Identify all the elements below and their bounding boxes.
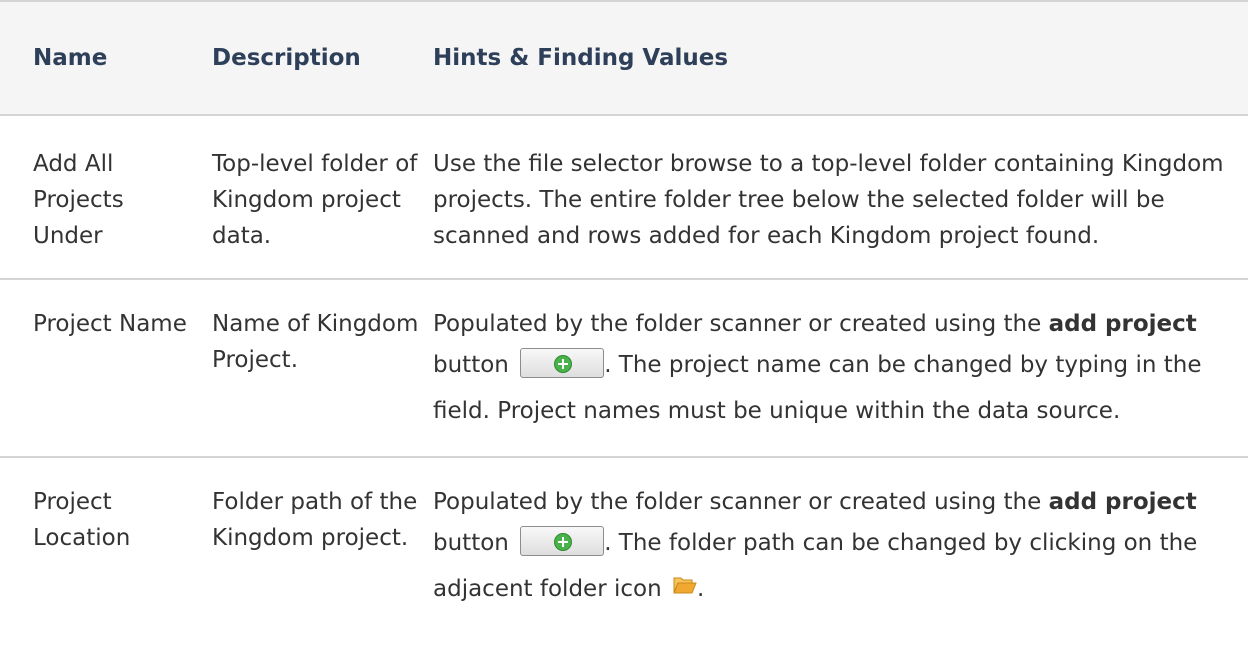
hints-text: button [433, 530, 517, 556]
table-header-row: Name Description Hints & Finding Values [0, 1, 1248, 115]
row-hints: Use the file selector browse to a top-le… [433, 151, 1224, 249]
header-description: Description [212, 45, 361, 71]
folder-open-icon[interactable] [673, 570, 697, 606]
add-project-button[interactable] [520, 347, 605, 378]
plus-circle-icon [554, 354, 573, 373]
plus-circle-icon [554, 532, 573, 551]
add-project-term: add project [1048, 311, 1197, 337]
add-project-button[interactable] [520, 525, 605, 556]
hints-text: Populated by the folder scanner or creat… [433, 489, 1049, 515]
row-description: Top-level folder of Kingdom project data… [212, 151, 418, 249]
row-name: Project Location [33, 489, 131, 551]
row-hints: Populated by the folder scanner or creat… [426, 279, 1248, 457]
hints-text: . [696, 576, 705, 602]
row-description: Folder path of the Kingdom project. [212, 489, 418, 551]
header-hints: Hints & Finding Values [433, 45, 729, 71]
row-name: Add All Projects Under [33, 151, 124, 249]
hints-text: Populated by the folder scanner or creat… [433, 311, 1049, 337]
table-row: Project Name Name of Kingdom Project. Po… [0, 279, 1248, 457]
table-row: Project Location Folder path of the King… [0, 457, 1248, 622]
add-project-term: add project [1048, 489, 1197, 515]
row-description: Name of Kingdom Project. [212, 311, 419, 373]
parameters-table: Name Description Hints & Finding Values … [0, 0, 1248, 622]
header-name: Name [33, 45, 108, 71]
row-name: Project Name [33, 311, 187, 337]
row-hints: Populated by the folder scanner or creat… [426, 457, 1248, 622]
hints-text: button [433, 352, 517, 378]
table-row: Add All Projects Under Top-level folder … [0, 115, 1248, 279]
